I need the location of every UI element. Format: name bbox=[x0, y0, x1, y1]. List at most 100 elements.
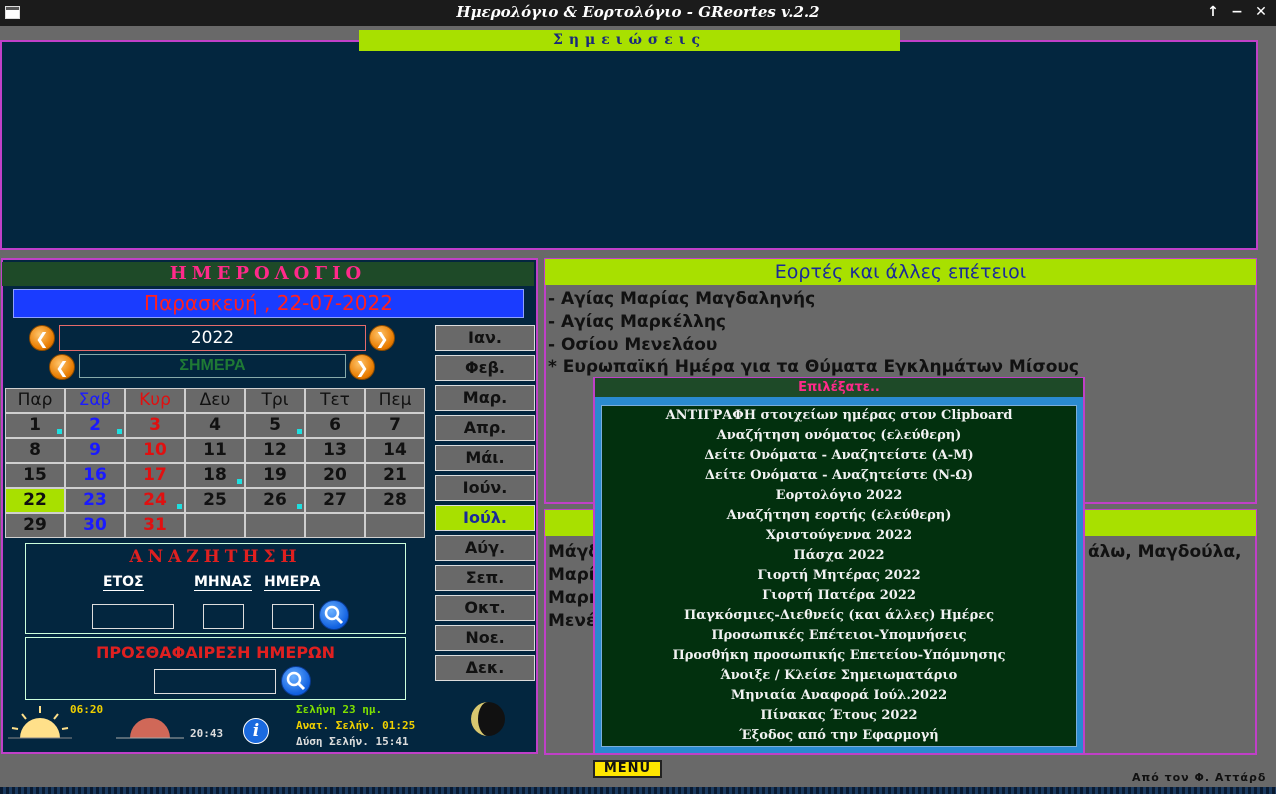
calendar-day[interactable]: 20 bbox=[305, 463, 365, 488]
day-number: 31 bbox=[143, 515, 167, 535]
popup-menu-item[interactable]: Γιορτή Πατέρα 2022 bbox=[602, 586, 1076, 606]
calendar-day[interactable]: 3 bbox=[125, 413, 185, 438]
calendar-day[interactable]: 12 bbox=[245, 438, 305, 463]
calendar-day[interactable]: 14 bbox=[365, 438, 425, 463]
days-offset-input[interactable] bbox=[154, 669, 276, 694]
info-icon[interactable]: i bbox=[243, 718, 269, 744]
calendar-day[interactable]: 26 bbox=[245, 488, 305, 513]
search-icon[interactable] bbox=[319, 600, 349, 630]
month-button[interactable]: Ιαν. bbox=[435, 325, 535, 351]
calendar-day[interactable]: 19 bbox=[245, 463, 305, 488]
calendar-day[interactable]: 13 bbox=[305, 438, 365, 463]
popup-menu-item[interactable]: Άνοιξε / Κλείσε Σημειωματάριο bbox=[602, 666, 1076, 686]
month-button[interactable]: Μάι. bbox=[435, 445, 535, 471]
popup-menu-item[interactable]: Πίνακας Έτους 2022 bbox=[602, 706, 1076, 726]
current-date-display: Παρασκευή , 22-07-2022 bbox=[13, 289, 524, 318]
next-month-button[interactable]: ❯ bbox=[349, 354, 375, 380]
bottom-strip bbox=[0, 787, 1276, 794]
year-input[interactable] bbox=[92, 604, 174, 629]
month-button[interactable]: Οκτ. bbox=[435, 595, 535, 621]
calculate-search-icon[interactable] bbox=[281, 666, 311, 696]
month-button[interactable]: Ιούν. bbox=[435, 475, 535, 501]
month-button[interactable]: Σεπ. bbox=[435, 565, 535, 591]
calendar-day[interactable]: 27 bbox=[305, 488, 365, 513]
calendar-day[interactable]: 24 bbox=[125, 488, 185, 513]
calendar-day[interactable]: 18 bbox=[185, 463, 245, 488]
notes-panel[interactable] bbox=[0, 40, 1258, 250]
popup-menu-item[interactable]: Έξοδος από την Εφαρμογή bbox=[602, 726, 1076, 746]
calendar-day[interactable]: 9 bbox=[65, 438, 125, 463]
month-button[interactable]: Αύγ. bbox=[435, 535, 535, 561]
popup-menu-item[interactable]: Δείτε Ονόματα - Αναζητείστε (Ν-Ω) bbox=[602, 466, 1076, 486]
calendar-day[interactable]: 22 bbox=[5, 488, 65, 513]
calendar-day[interactable]: 17 bbox=[125, 463, 185, 488]
maximize-icon[interactable]: ↑ bbox=[1203, 2, 1223, 22]
day-number: 19 bbox=[263, 465, 287, 485]
popup-menu-item[interactable]: Αναζήτηση ονόματος (ελεύθερη) bbox=[602, 426, 1076, 446]
calendar-day[interactable]: 1 bbox=[5, 413, 65, 438]
feast-item: - Αγίας Μαρίας Μαγδαληνής bbox=[548, 289, 816, 309]
calendar-day[interactable]: 2 bbox=[65, 413, 125, 438]
calendar-day[interactable]: 21 bbox=[365, 463, 425, 488]
calendar-day[interactable]: 10 bbox=[125, 438, 185, 463]
title-bar: Ημερολόγιο & Εορτολόγιο - GReortes v.2.2… bbox=[0, 0, 1276, 26]
calendar-day[interactable]: 23 bbox=[65, 488, 125, 513]
day-number: 3 bbox=[149, 415, 161, 435]
prev-year-button[interactable]: ❮ bbox=[29, 325, 55, 351]
popup-menu-item[interactable]: Γιορτή Μητέρας 2022 bbox=[602, 566, 1076, 586]
menu-button[interactable]: MENU bbox=[593, 760, 662, 778]
name-fragment: Μενέ bbox=[548, 611, 596, 631]
today-button[interactable]: ΣΗΜΕΡΑ bbox=[79, 354, 346, 378]
calendar-day[interactable]: 11 bbox=[185, 438, 245, 463]
minimize-icon[interactable]: − bbox=[1227, 2, 1247, 22]
calendar-day[interactable]: 16 bbox=[65, 463, 125, 488]
popup-menu-item[interactable]: Αναζήτηση εορτής (ελεύθερη) bbox=[602, 506, 1076, 526]
calendar-day[interactable]: 15 bbox=[5, 463, 65, 488]
day-number: 2 bbox=[89, 415, 101, 435]
popup-menu-item[interactable]: Μηνιαία Αναφορά Ιούλ.2022 bbox=[602, 686, 1076, 706]
calendar-day[interactable]: 25 bbox=[185, 488, 245, 513]
calendar-day[interactable]: 31 bbox=[125, 513, 185, 538]
calendar-day[interactable]: 30 bbox=[65, 513, 125, 538]
popup-menu-list: ΑΝΤΙΓΡΑΦΗ στοιχείων ημέρας στον Clipboar… bbox=[601, 405, 1077, 747]
calendar-day[interactable]: 6 bbox=[305, 413, 365, 438]
day-number: 12 bbox=[263, 440, 287, 460]
day-number: 11 bbox=[203, 440, 227, 460]
popup-menu-item[interactable]: Εορτολόγιο 2022 bbox=[602, 486, 1076, 506]
day-number: 15 bbox=[23, 465, 47, 485]
month-button[interactable]: Ιούλ. bbox=[435, 505, 535, 531]
popup-menu-item[interactable]: Προσθήκη προσωπικής Επετείου-Υπόμνησης bbox=[602, 646, 1076, 666]
month-button[interactable]: Νοε. bbox=[435, 625, 535, 651]
author-credit: Από τον Φ. Αττάρδ bbox=[1132, 771, 1267, 784]
popup-menu-item[interactable]: Πάσχα 2022 bbox=[602, 546, 1076, 566]
calendar-day[interactable]: 7 bbox=[365, 413, 425, 438]
day-number: 16 bbox=[83, 465, 107, 485]
calendar-day[interactable]: 5 bbox=[245, 413, 305, 438]
day-number: 17 bbox=[143, 465, 167, 485]
day-number: 13 bbox=[323, 440, 347, 460]
popup-menu-item[interactable]: Δείτε Ονόματα - Αναζητείστε (Α-Μ) bbox=[602, 446, 1076, 466]
calendar-day[interactable]: 4 bbox=[185, 413, 245, 438]
month-button[interactable]: Φεβ. bbox=[435, 355, 535, 381]
weekday-header: Παρ bbox=[5, 388, 65, 413]
calendar-day[interactable]: 28 bbox=[365, 488, 425, 513]
popup-menu-item[interactable]: ΑΝΤΙΓΡΑΦΗ στοιχείων ημέρας στον Clipboar… bbox=[602, 406, 1076, 426]
window-title: Ημερολόγιο & Εορτολόγιο - GReortes v.2.2 bbox=[456, 3, 820, 21]
popup-menu-item[interactable]: Παγκόσμιες-Διεθνείς (και άλλες) Ημέρες bbox=[602, 606, 1076, 626]
calendar-empty-cell bbox=[245, 513, 305, 538]
close-icon[interactable]: ✕ bbox=[1251, 2, 1271, 22]
next-year-button[interactable]: ❯ bbox=[369, 325, 395, 351]
month-button[interactable]: Μαρ. bbox=[435, 385, 535, 411]
calendar-day[interactable]: 29 bbox=[5, 513, 65, 538]
month-button[interactable]: Δεκ. bbox=[435, 655, 535, 681]
feasts-title: Εορτές και άλλες επέτειοι bbox=[545, 259, 1256, 285]
weekday-header: Τρι bbox=[245, 388, 305, 413]
calendar-day[interactable]: 8 bbox=[5, 438, 65, 463]
month-input[interactable] bbox=[203, 604, 244, 629]
popup-menu-item[interactable]: Χριστούγεννα 2022 bbox=[602, 526, 1076, 546]
prev-month-button[interactable]: ❮ bbox=[49, 354, 75, 380]
month-button[interactable]: Απρ. bbox=[435, 415, 535, 441]
day-number: 20 bbox=[323, 465, 347, 485]
popup-menu-item[interactable]: Προσωπικές Επέτειοι-Υπομνήσεις bbox=[602, 626, 1076, 646]
day-input[interactable] bbox=[272, 604, 314, 629]
